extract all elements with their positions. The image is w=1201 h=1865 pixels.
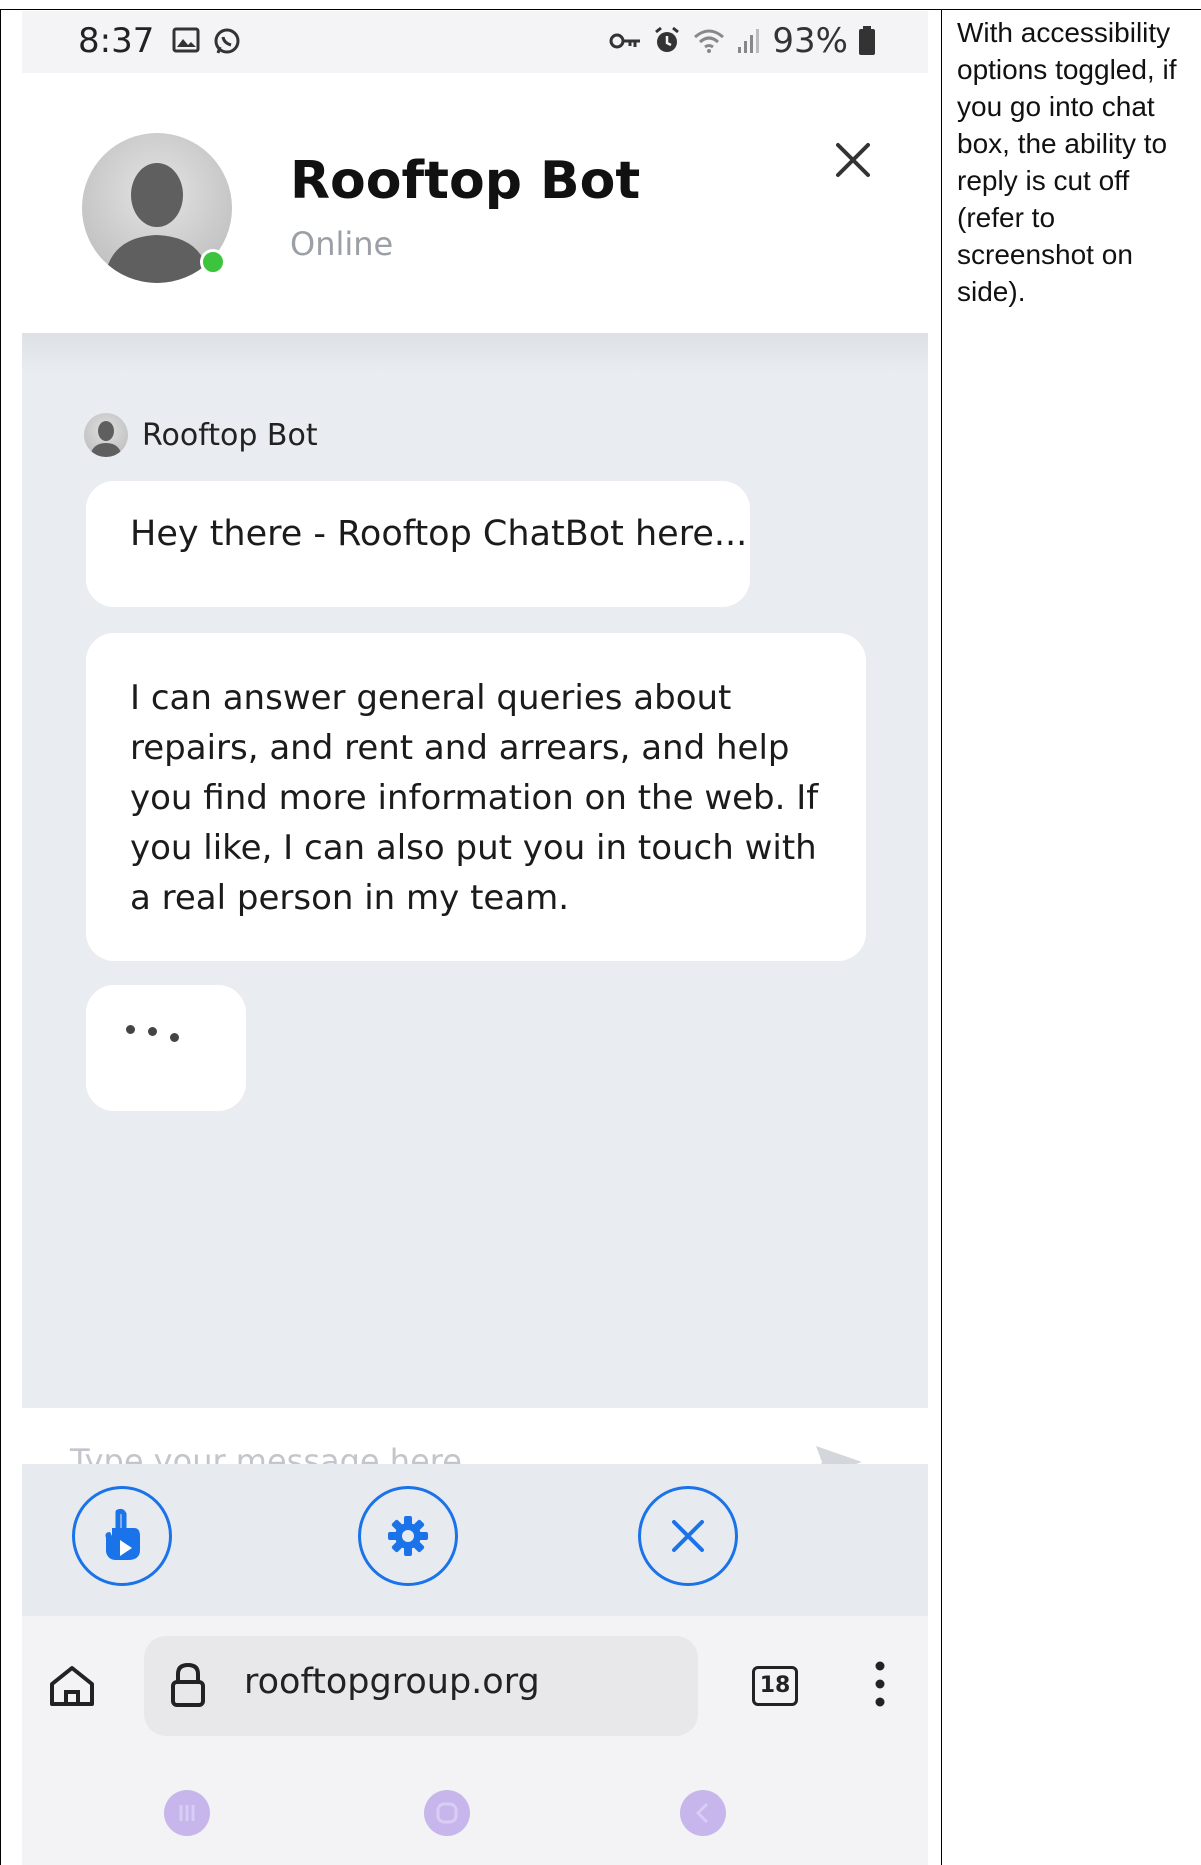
typing-dot — [148, 1027, 157, 1036]
close-accessibility-button[interactable] — [638, 1486, 738, 1586]
send-icon[interactable] — [814, 1442, 864, 1464]
tap-gesture-button[interactable] — [72, 1486, 172, 1586]
bot-status: Online — [290, 225, 394, 263]
system-navigation-bar — [22, 1756, 928, 1865]
typing-dot — [170, 1033, 179, 1042]
message-bubble: I can answer general queries about repai… — [86, 633, 866, 961]
chat-header: Rooftop Bot Online — [22, 73, 928, 333]
annotation-note: With accessibility options toggled, if y… — [957, 17, 1177, 307]
recent-apps-button[interactable] — [164, 1790, 210, 1836]
system-icons: 93% — [608, 21, 876, 61]
address-bar[interactable]: rooftopgroup.org — [144, 1636, 698, 1736]
alarm-icon — [655, 26, 680, 52]
online-indicator — [200, 249, 226, 275]
status-bar: 8:37 93% — [22, 11, 928, 73]
close-chat-icon[interactable] — [828, 135, 878, 185]
typing-dot — [126, 1025, 135, 1034]
recent-apps-icon — [179, 1805, 195, 1821]
message-sender: Rooftop Bot — [84, 413, 318, 457]
url-text[interactable]: rooftopgroup.org — [244, 1662, 540, 1702]
status-time: 8:37 — [78, 21, 155, 61]
phone-screenshot: 8:37 93% Rooftop Bot Online Rooftop Bot … — [22, 11, 928, 1865]
home-icon[interactable] — [48, 1664, 96, 1708]
accessibility-toolbar — [22, 1464, 928, 1616]
home-nav-button[interactable] — [424, 1790, 470, 1836]
typing-indicator — [86, 985, 246, 1111]
gear-icon — [388, 1516, 428, 1556]
more-options-icon[interactable] — [874, 1660, 886, 1708]
notification-icons — [172, 27, 242, 57]
tabs-button[interactable]: 18 — [752, 1666, 798, 1706]
battery-icon — [859, 26, 875, 55]
signal-icon — [738, 29, 760, 53]
whatsapp-icon — [214, 28, 240, 54]
settings-button[interactable] — [358, 1486, 458, 1586]
back-button[interactable] — [680, 1790, 726, 1836]
back-arrow-icon — [695, 1802, 709, 1824]
sender-name: Rooftop Bot — [142, 417, 318, 453]
lock-icon — [171, 1662, 205, 1707]
browser-toolbar: rooftopgroup.org 18 — [22, 1616, 928, 1756]
close-icon — [672, 1520, 704, 1552]
vpn-key-icon — [609, 33, 641, 49]
table-left-border — [0, 9, 1, 1865]
wifi-icon — [694, 29, 725, 53]
message-input-area[interactable]: Type your message here — [22, 1408, 928, 1464]
chat-messages[interactable]: Rooftop Bot Hey there - Rooftop ChatBot … — [22, 333, 928, 1408]
battery-percent: 93% — [772, 21, 848, 61]
sender-avatar — [84, 413, 128, 457]
bot-name: Rooftop Bot — [290, 151, 641, 211]
table-column-divider — [941, 10, 942, 1865]
table-top-border — [0, 9, 1201, 10]
gallery-icon — [172, 27, 200, 53]
hand-pointer-icon — [105, 1508, 140, 1560]
person-silhouette-icon — [90, 421, 122, 457]
message-input-placeholder[interactable]: Type your message here — [70, 1442, 462, 1464]
home-nav-icon — [436, 1802, 458, 1824]
message-bubble: Hey there - Rooftop ChatBot here... — [86, 481, 750, 607]
